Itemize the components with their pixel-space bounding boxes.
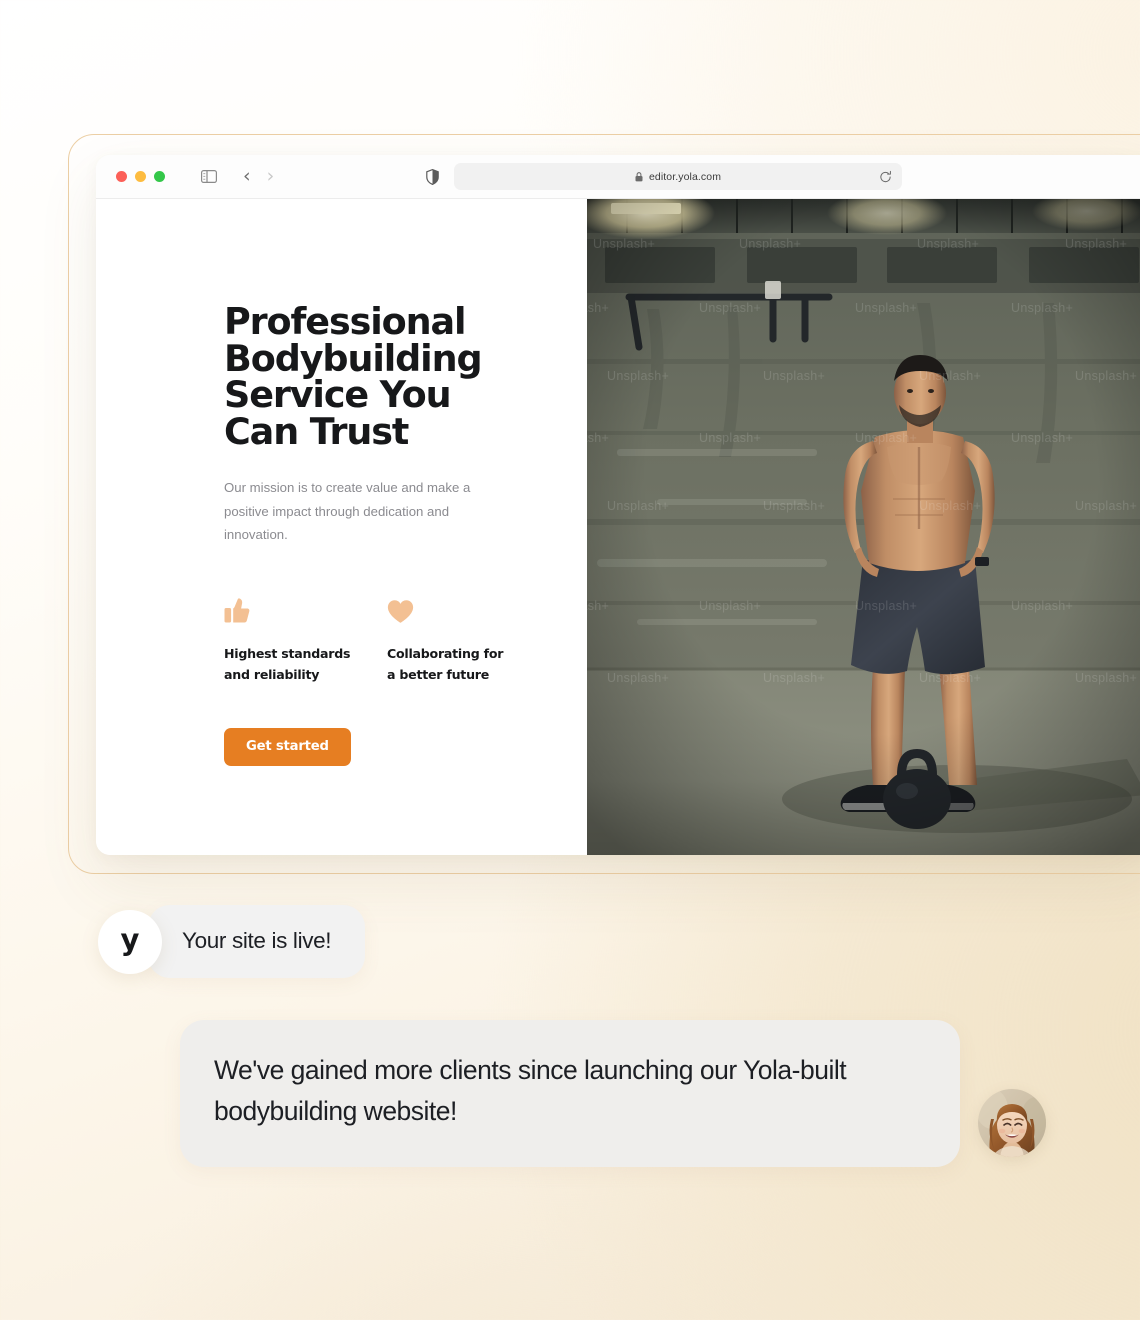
reload-icon[interactable]: [879, 170, 892, 183]
chat-message-testimonial: We've gained more clients since launchin…: [180, 1020, 1046, 1167]
hero-photo: Unsplash+ Unsplash+ Unsplash+ Unsplash+ …: [587, 199, 1140, 855]
feature-item-collaboration: Collaborating for a better future: [387, 592, 550, 686]
avatar: [978, 1088, 1046, 1157]
website-preview: Professional Bodybuilding Service You Ca…: [96, 199, 1140, 855]
client-avatar-illustration: [978, 1088, 1046, 1157]
lock-icon: [635, 171, 643, 181]
status-bubble: Your site is live!: [148, 905, 366, 978]
chat-area: y Your site is live! We've gained more c…: [0, 895, 1140, 1225]
yola-logo-icon: y: [120, 923, 140, 957]
testimonial-bubble: We've gained more clients since launchin…: [180, 1020, 960, 1167]
browser-toolbar: ‹ › editor.yola.com: [96, 155, 1140, 199]
shield-icon[interactable]: [426, 168, 439, 185]
gym-photo-illustration: [587, 199, 1140, 855]
navigation-arrows: ‹ ›: [243, 167, 274, 186]
yola-brand-avatar: y: [98, 909, 162, 974]
feature-label: Collaborating for a better future: [387, 645, 504, 683]
close-window-button[interactable]: [116, 171, 127, 182]
get-started-button[interactable]: Get started: [224, 727, 351, 766]
hero-text-column: Professional Bodybuilding Service You Ca…: [96, 199, 587, 855]
feature-list: Highest standards and reliability Collab…: [224, 592, 587, 686]
testimonial-bubble-text: We've gained more clients since launchin…: [214, 1055, 847, 1127]
chat-message-status: y Your site is live!: [98, 905, 366, 978]
back-chevron-icon[interactable]: ‹: [243, 167, 251, 186]
forward-chevron-icon[interactable]: ›: [267, 167, 275, 186]
hero-headline: Professional Bodybuilding Service You Ca…: [224, 300, 483, 453]
heart-icon: [387, 592, 550, 624]
status-bubble-text: Your site is live!: [182, 928, 332, 953]
browser-window: ‹ › editor.yola.com Professional Bodybui…: [96, 155, 1140, 855]
thumbs-up-icon: [224, 592, 387, 624]
address-bar[interactable]: editor.yola.com: [454, 163, 902, 190]
hero-subtext: Our mission is to create value and make …: [224, 480, 471, 542]
maximize-window-button[interactable]: [154, 171, 165, 182]
feature-item-standards: Highest standards and reliability: [224, 592, 387, 686]
feature-label: Highest standards and reliability: [224, 645, 351, 683]
window-traffic-lights: [116, 171, 165, 182]
minimize-window-button[interactable]: [135, 171, 146, 182]
address-text: editor.yola.com: [648, 170, 722, 183]
sidebar-toggle-icon[interactable]: [201, 170, 217, 183]
